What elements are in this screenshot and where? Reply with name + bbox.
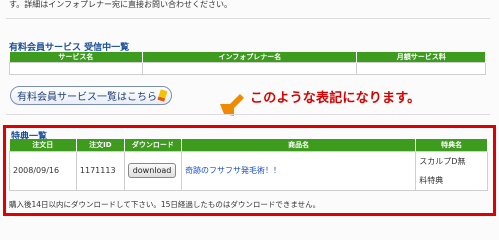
download-cell: download [123, 150, 183, 191]
table-row: 2008/09/16 1171113 download 奇跡のフサフサ発毛術！！… [9, 150, 488, 191]
column-header-benefit: 特典名 [415, 139, 488, 151]
divider [6, 18, 490, 19]
page: す。詳細はインフォプレナー宛に直接お問い合わせください。 有料会員サービス 受信… [0, 0, 499, 221]
column-header-order-id: 注文ID [76, 139, 125, 151]
empty-cell [8, 62, 144, 75]
order-id-cell: 1171113 [75, 150, 125, 191]
pencil-icon [157, 89, 168, 102]
download-footnote: 購入後14日以内にダウンロードして下さい。15日経過したものはダウンロードできま… [9, 200, 321, 209]
empty-cell [356, 62, 486, 75]
empty-cell [142, 62, 358, 75]
order-date-cell: 2008/09/16 [9, 150, 77, 191]
column-header-download: ダウンロード [124, 139, 183, 151]
column-header-product: 商品名 [181, 139, 417, 151]
column-header-service: サービス名 [9, 52, 144, 63]
product-cell: 奇跡のフサフサ発毛術！！ [181, 150, 417, 191]
benefit-name-line1: スカルプD無 [419, 156, 466, 166]
column-header-order-date: 注文日 [9, 139, 77, 151]
arrow-icon [220, 94, 244, 116]
product-link[interactable]: 奇跡のフサフサ発毛術！！ [185, 166, 281, 175]
table-header-row: 注文日 注文ID ダウンロード 商品名 特典名 [9, 139, 488, 151]
callout-text: このような表記になります。 [250, 91, 421, 106]
intro-text: す。詳細はインフォプレナー宛に直接お問い合わせください。 [9, 0, 232, 9]
table-row [8, 62, 486, 75]
column-header-monthly-fee: 月額サービス料 [356, 52, 486, 63]
benefit-cell: スカルプD無 料特典 [415, 150, 488, 191]
subscriptions-table: サービス名 インフォプレナー名 月額サービス料 [8, 52, 486, 75]
column-header-infopreneur: インフォプレナー名 [142, 52, 358, 63]
subscription-list-button[interactable]: 有料会員サービス一覧はこちら [10, 86, 172, 105]
subscription-list-button-label: 有料会員サービス一覧はこちら [17, 92, 157, 103]
divider [6, 114, 490, 115]
benefits-table: 注文日 注文ID ダウンロード 商品名 特典名 2008/09/16 11711… [9, 139, 488, 191]
download-button[interactable]: download [127, 163, 177, 178]
benefit-name-line2: 料特典 [419, 175, 444, 185]
table-header-row: サービス名 インフォプレナー名 月額サービス料 [9, 52, 486, 63]
